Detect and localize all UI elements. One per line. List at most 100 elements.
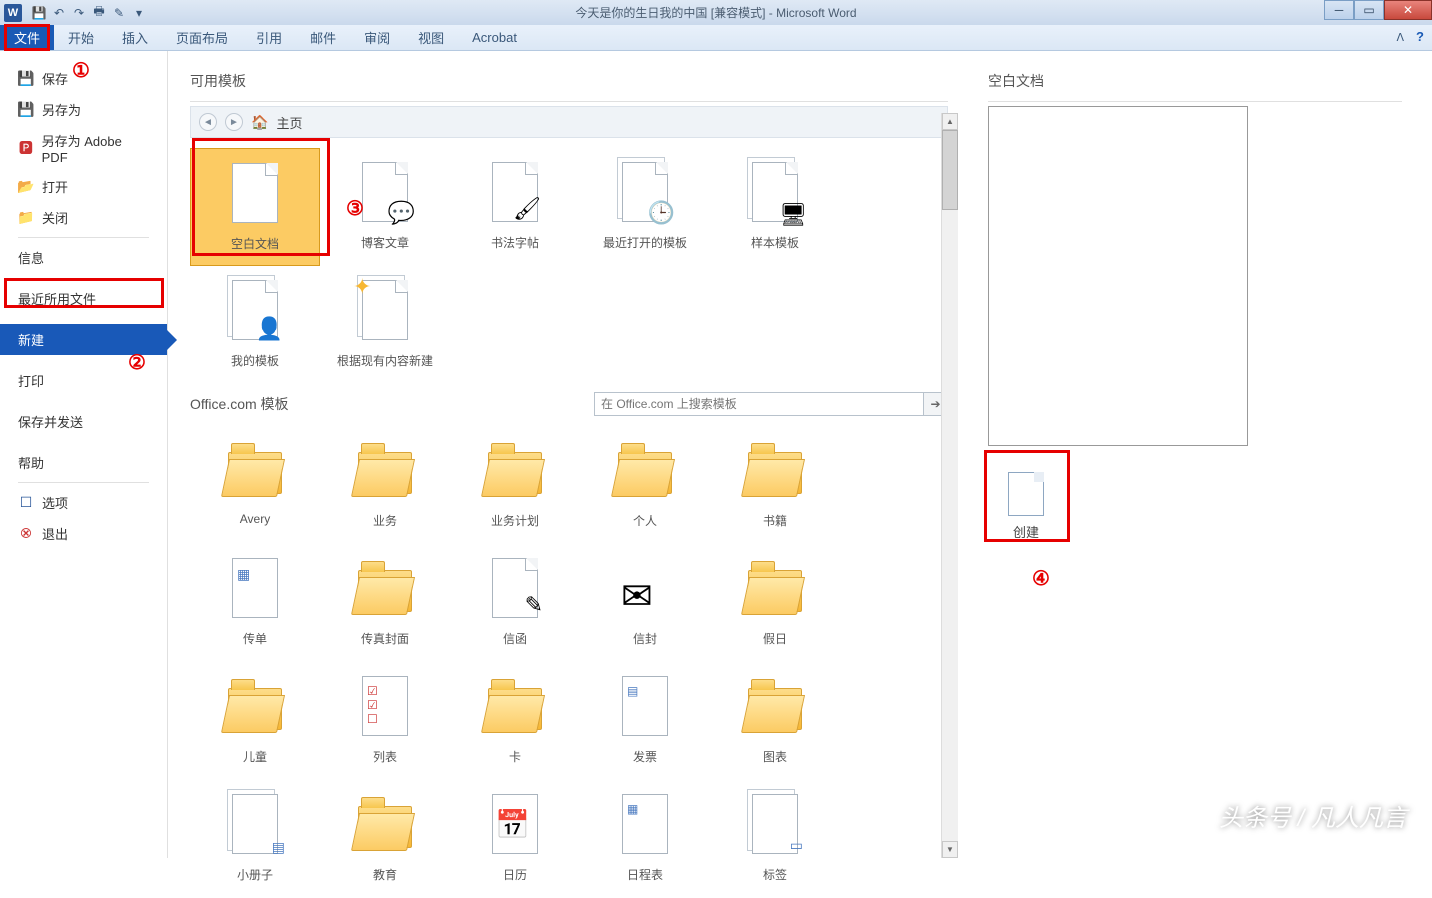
- sidebar-info[interactable]: 信息: [0, 242, 167, 273]
- qat-undo-icon[interactable]: ↶: [50, 4, 68, 22]
- category-letter[interactable]: ✎信函: [450, 544, 580, 662]
- label: 日程表: [627, 866, 663, 883]
- save-icon: 💾: [18, 71, 34, 87]
- tab-mailings[interactable]: 邮件: [296, 25, 350, 50]
- label: 我的模板: [231, 352, 279, 369]
- category-books[interactable]: 书籍: [710, 426, 840, 544]
- create-button[interactable]: 创建: [988, 466, 1064, 546]
- label: 书法字帖: [491, 234, 539, 251]
- category-kids[interactable]: 儿童: [190, 662, 320, 780]
- template-blank-document[interactable]: 空白文档: [190, 148, 320, 266]
- window-title: 今天是你的生日我的中国 [兼容模式] - Microsoft Word: [575, 4, 856, 21]
- sidebar-saveas-pdf[interactable]: 🅿另存为 Adobe PDF: [0, 125, 167, 171]
- qat-icon[interactable]: 🖶: [90, 4, 108, 22]
- label: 打开: [42, 177, 68, 196]
- minimize-button[interactable]: ─: [1324, 0, 1354, 20]
- label: 关闭: [42, 208, 68, 227]
- qat-dropdown-icon[interactable]: ▾: [130, 4, 148, 22]
- qat-icon[interactable]: ✎: [110, 4, 128, 22]
- sidebar-options[interactable]: ☐ 选项: [0, 487, 167, 518]
- label: 业务计划: [491, 512, 539, 529]
- category-row-2: ▦传单 传真封面 ✎信函 ✉信封 假日: [190, 544, 948, 662]
- exit-icon: ⮿: [18, 526, 34, 542]
- template-from-existing[interactable]: ✦ 根据现有内容新建: [320, 266, 450, 384]
- tab-insert[interactable]: 插入: [108, 25, 162, 50]
- label: 根据现有内容新建: [337, 352, 433, 369]
- template-my-templates[interactable]: 👤 我的模板: [190, 266, 320, 384]
- qat-save-icon[interactable]: 💾: [30, 4, 48, 22]
- label: 小册子: [237, 866, 273, 883]
- template-search: ➔: [594, 392, 948, 416]
- label: 业务: [373, 512, 397, 529]
- category-business[interactable]: 业务: [320, 426, 450, 544]
- sidebar-save-send[interactable]: 保存并发送: [0, 406, 167, 437]
- label: 选项: [42, 493, 68, 512]
- sidebar-help[interactable]: 帮助: [0, 447, 167, 478]
- label: 空白文档: [231, 235, 279, 252]
- category-row-3: 儿童 ☑☑☐列表 卡 ▤发票 图表: [190, 662, 948, 780]
- label: 退出: [42, 524, 68, 543]
- nav-forward-icon[interactable]: ►: [225, 113, 243, 131]
- category-card[interactable]: 卡: [450, 662, 580, 780]
- template-sample[interactable]: 🖥 样本模板: [710, 148, 840, 266]
- ribbon-tabs: 文件 开始 插入 页面布局 引用 邮件 审阅 视图 Acrobat ᐱ ?: [0, 25, 1432, 51]
- scroll-down-icon[interactable]: ▼: [942, 841, 958, 858]
- category-fax-cover[interactable]: 传真封面: [320, 544, 450, 662]
- label: 帮助: [18, 453, 44, 472]
- category-personal[interactable]: 个人: [580, 426, 710, 544]
- tab-references[interactable]: 引用: [242, 25, 296, 50]
- template-recent[interactable]: 🕒 最近打开的模板: [580, 148, 710, 266]
- category-flyer[interactable]: ▦传单: [190, 544, 320, 662]
- scroll-thumb[interactable]: [942, 130, 958, 210]
- nav-back-icon[interactable]: ◄: [199, 113, 217, 131]
- category-invoice[interactable]: ▤发票: [580, 662, 710, 780]
- options-icon: ☐: [18, 495, 34, 511]
- sidebar-close[interactable]: 📁关闭: [0, 202, 167, 233]
- tab-home[interactable]: 开始: [54, 25, 108, 50]
- templates-scrollbar[interactable]: ▲ ▼: [941, 113, 958, 858]
- template-calligraphy[interactable]: 🖌 书法字帖: [450, 148, 580, 266]
- search-input[interactable]: [594, 392, 924, 416]
- qat-redo-icon[interactable]: ↷: [70, 4, 88, 22]
- template-nav-bar: ◄ ► 🏠 主页: [190, 106, 948, 138]
- sidebar-exit[interactable]: ⮿ 退出: [0, 518, 167, 549]
- label: 保存: [42, 69, 68, 88]
- scroll-up-icon[interactable]: ▲: [942, 113, 958, 130]
- category-label[interactable]: ▭标签: [710, 780, 840, 898]
- category-booklet[interactable]: ▤小册子: [190, 780, 320, 898]
- tab-view[interactable]: 视图: [404, 25, 458, 50]
- nav-home-label[interactable]: 主页: [276, 113, 302, 132]
- sidebar-open[interactable]: 📂打开: [0, 171, 167, 202]
- label: 列表: [373, 748, 397, 765]
- close-button[interactable]: ✕: [1384, 0, 1432, 20]
- tab-acrobat[interactable]: Acrobat: [458, 25, 531, 50]
- sidebar-recent[interactable]: 最近所用文件: [0, 283, 167, 314]
- template-blog-post[interactable]: 💬 博客文章: [320, 148, 450, 266]
- help-icon[interactable]: ?: [1416, 29, 1424, 44]
- category-education[interactable]: 教育: [320, 780, 450, 898]
- home-icon[interactable]: 🏠: [251, 114, 268, 131]
- label: 另存为 Adobe PDF: [42, 131, 149, 165]
- category-envelope[interactable]: ✉信封: [580, 544, 710, 662]
- label: 卡: [509, 748, 521, 765]
- category-schedule[interactable]: ▦日程表: [580, 780, 710, 898]
- tab-layout[interactable]: 页面布局: [162, 25, 242, 50]
- saveas-icon: 💾: [18, 102, 34, 118]
- template-row-1: 空白文档 💬 博客文章 🖌 书法字帖 🕒 最近打开的模板 🖥 样本模板: [190, 148, 948, 266]
- maximize-button[interactable]: ▭: [1354, 0, 1384, 20]
- label: 个人: [633, 512, 657, 529]
- category-avery[interactable]: Avery: [190, 426, 320, 544]
- category-chart[interactable]: 图表: [710, 662, 840, 780]
- tab-file[interactable]: 文件: [0, 25, 54, 50]
- category-holiday[interactable]: 假日: [710, 544, 840, 662]
- tab-review[interactable]: 审阅: [350, 25, 404, 50]
- templates-heading: 可用模板: [190, 71, 948, 91]
- ribbon-minimize-icon[interactable]: ᐱ: [1396, 31, 1404, 44]
- label: 另存为: [42, 100, 81, 119]
- category-business-plan[interactable]: 业务计划: [450, 426, 580, 544]
- preview-thumbnail: [988, 106, 1248, 446]
- category-list[interactable]: ☑☑☐列表: [320, 662, 450, 780]
- category-calendar[interactable]: 📅日历: [450, 780, 580, 898]
- label: 信封: [633, 630, 657, 647]
- sidebar-saveas[interactable]: 💾 另存为: [0, 94, 167, 125]
